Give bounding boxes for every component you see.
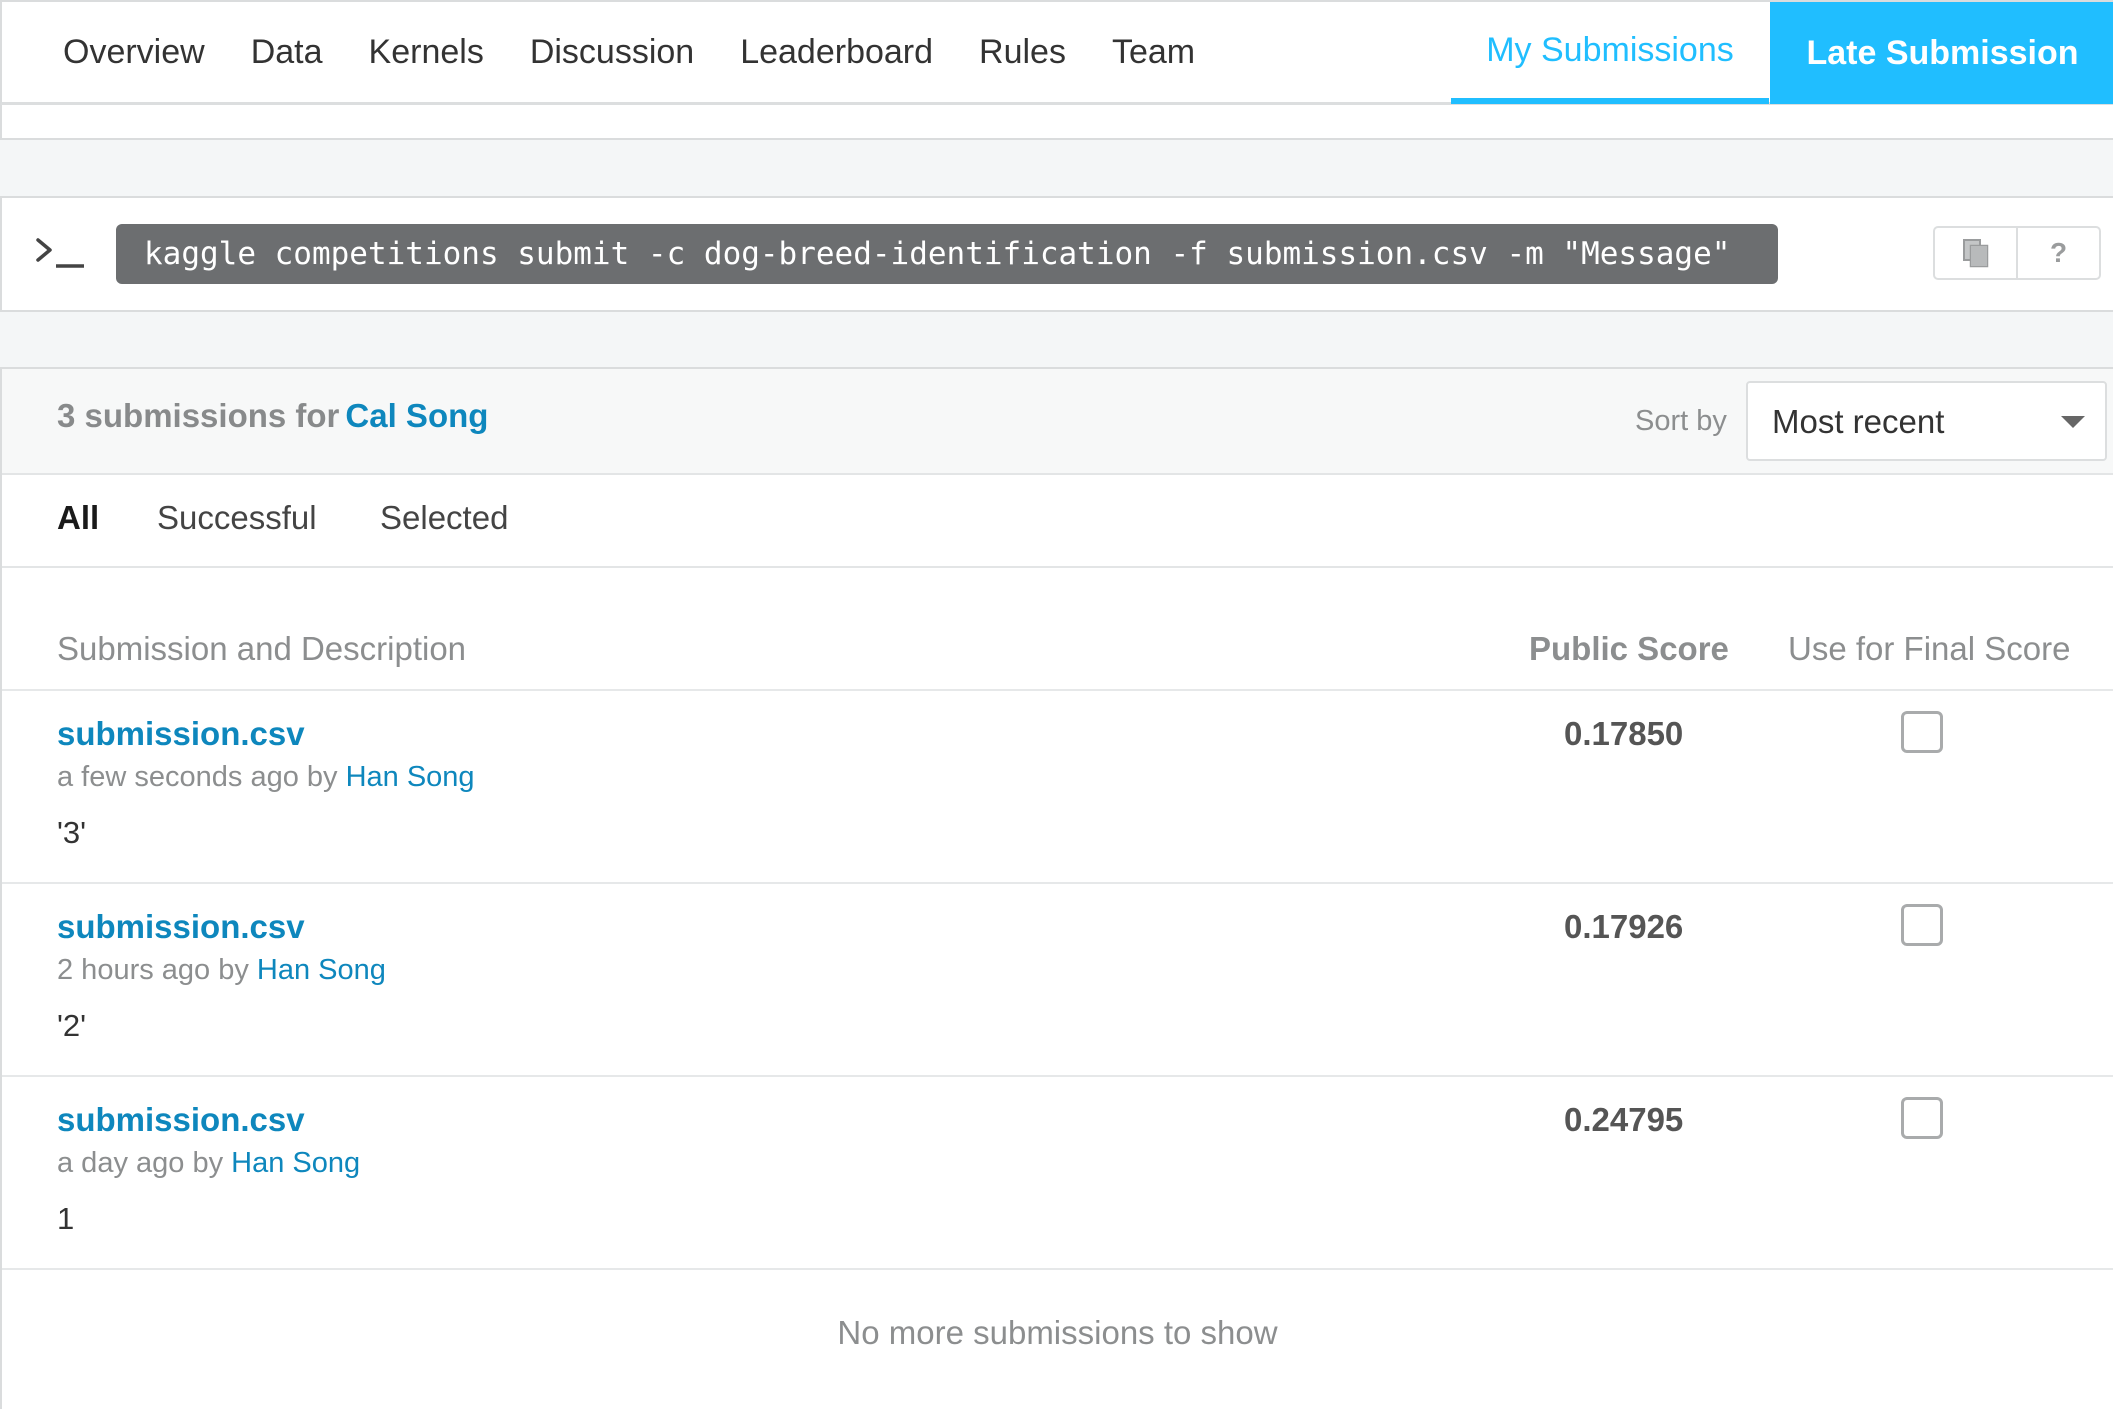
filter-tab-successful[interactable]: Successful — [157, 499, 317, 537]
submission-row: submission.csv a day ago by Han Song 1 0… — [2, 1077, 2113, 1270]
submission-author-link[interactable]: Han Song — [231, 1147, 360, 1179]
tab-rules[interactable]: Rules — [979, 33, 1066, 72]
help-icon: ? — [2049, 237, 2068, 268]
submission-public-score: 0.17926 — [1564, 908, 1684, 945]
submission-description: 1 — [57, 1201, 75, 1236]
command-button-group: ? — [1933, 226, 2101, 280]
sort-value: Most recent — [1772, 403, 1945, 440]
submission-public-score: 0.17850 — [1564, 715, 1684, 752]
nav-tabs: Overview Data Kernels Discussion Leaderb… — [63, 2, 1241, 102]
filter-tabs: All Successful Selected — [2, 475, 2113, 568]
help-button[interactable]: ? — [2016, 228, 2099, 278]
submissions-count: 3 submissions for Cal Song — [57, 397, 488, 435]
submission-public-score: 0.24795 — [1564, 1101, 1684, 1138]
tab-overview[interactable]: Overview — [63, 33, 205, 72]
submission-row: submission.csv 2 hours ago by Han Song '… — [2, 884, 2113, 1077]
submission-description: '2' — [57, 1008, 87, 1043]
competition-nav: Overview Data Kernels Discussion Leaderb… — [0, 0, 2113, 105]
tab-kernels[interactable]: Kernels — [369, 33, 484, 72]
submission-author-link[interactable]: Han Song — [346, 761, 475, 793]
column-header-description: Submission and Description — [57, 630, 467, 667]
tab-leaderboard[interactable]: Leaderboard — [740, 33, 933, 72]
sort-dropdown[interactable]: Most recent — [1746, 381, 2107, 461]
filter-tab-selected[interactable]: Selected — [380, 499, 508, 537]
final-score-checkbox[interactable] — [1901, 904, 1943, 946]
user-link[interactable]: Cal Song — [345, 397, 488, 434]
submission-file-link[interactable]: submission.csv — [57, 715, 305, 753]
sort-label: Sort by — [1635, 405, 1727, 437]
tab-my-submissions[interactable]: My Submissions — [1451, 2, 1769, 104]
submission-row: submission.csv a few seconds ago by Han … — [2, 691, 2113, 884]
table-header: Submission and Description Public Score … — [2, 568, 2113, 691]
submission-meta: a few seconds ago by Han Song — [57, 761, 475, 794]
chevron-down-icon — [2061, 416, 2085, 428]
submissions-header: 3 submissions for Cal Song Sort by Most r… — [2, 369, 2113, 475]
copy-command-button[interactable] — [1935, 228, 2016, 278]
submission-file-link[interactable]: submission.csv — [57, 1101, 305, 1139]
submission-meta: 2 hours ago by Han Song — [57, 954, 386, 987]
submission-time: a few seconds ago by — [57, 761, 338, 793]
submission-author-link[interactable]: Han Song — [257, 954, 386, 986]
tab-data[interactable]: Data — [251, 33, 323, 72]
tab-team[interactable]: Team — [1112, 33, 1195, 72]
tab-discussion[interactable]: Discussion — [530, 33, 694, 72]
no-more-submissions: No more submissions to show — [837, 1314, 1278, 1351]
terminal-prompt-icon — [36, 238, 84, 268]
submission-file-link[interactable]: submission.csv — [57, 908, 305, 946]
copy-icon — [1962, 239, 1988, 268]
submission-meta: a day ago by Han Song — [57, 1147, 360, 1180]
column-header-final-score: Use for Final Score — [1788, 630, 2071, 667]
filter-tab-all[interactable]: All — [57, 499, 99, 537]
column-header-public-score[interactable]: Public Score — [1529, 630, 1729, 668]
api-command-text[interactable]: kaggle competitions submit -c dog-breed-… — [116, 224, 1778, 284]
submissions-count-text: 3 submissions for — [57, 397, 340, 434]
final-score-checkbox[interactable] — [1901, 1097, 1943, 1139]
submission-time: a day ago by — [57, 1147, 224, 1179]
submissions-panel: 3 submissions for Cal Song Sort by Most r… — [0, 367, 2113, 1409]
final-score-checkbox[interactable] — [1901, 711, 1943, 753]
api-command-card: kaggle competitions submit -c dog-breed-… — [0, 196, 2113, 312]
top-strip-card — [0, 105, 2113, 140]
submission-description: '3' — [57, 815, 87, 850]
late-submission-button[interactable]: Late Submission — [1770, 2, 2113, 104]
submission-time: 2 hours ago by — [57, 954, 249, 986]
